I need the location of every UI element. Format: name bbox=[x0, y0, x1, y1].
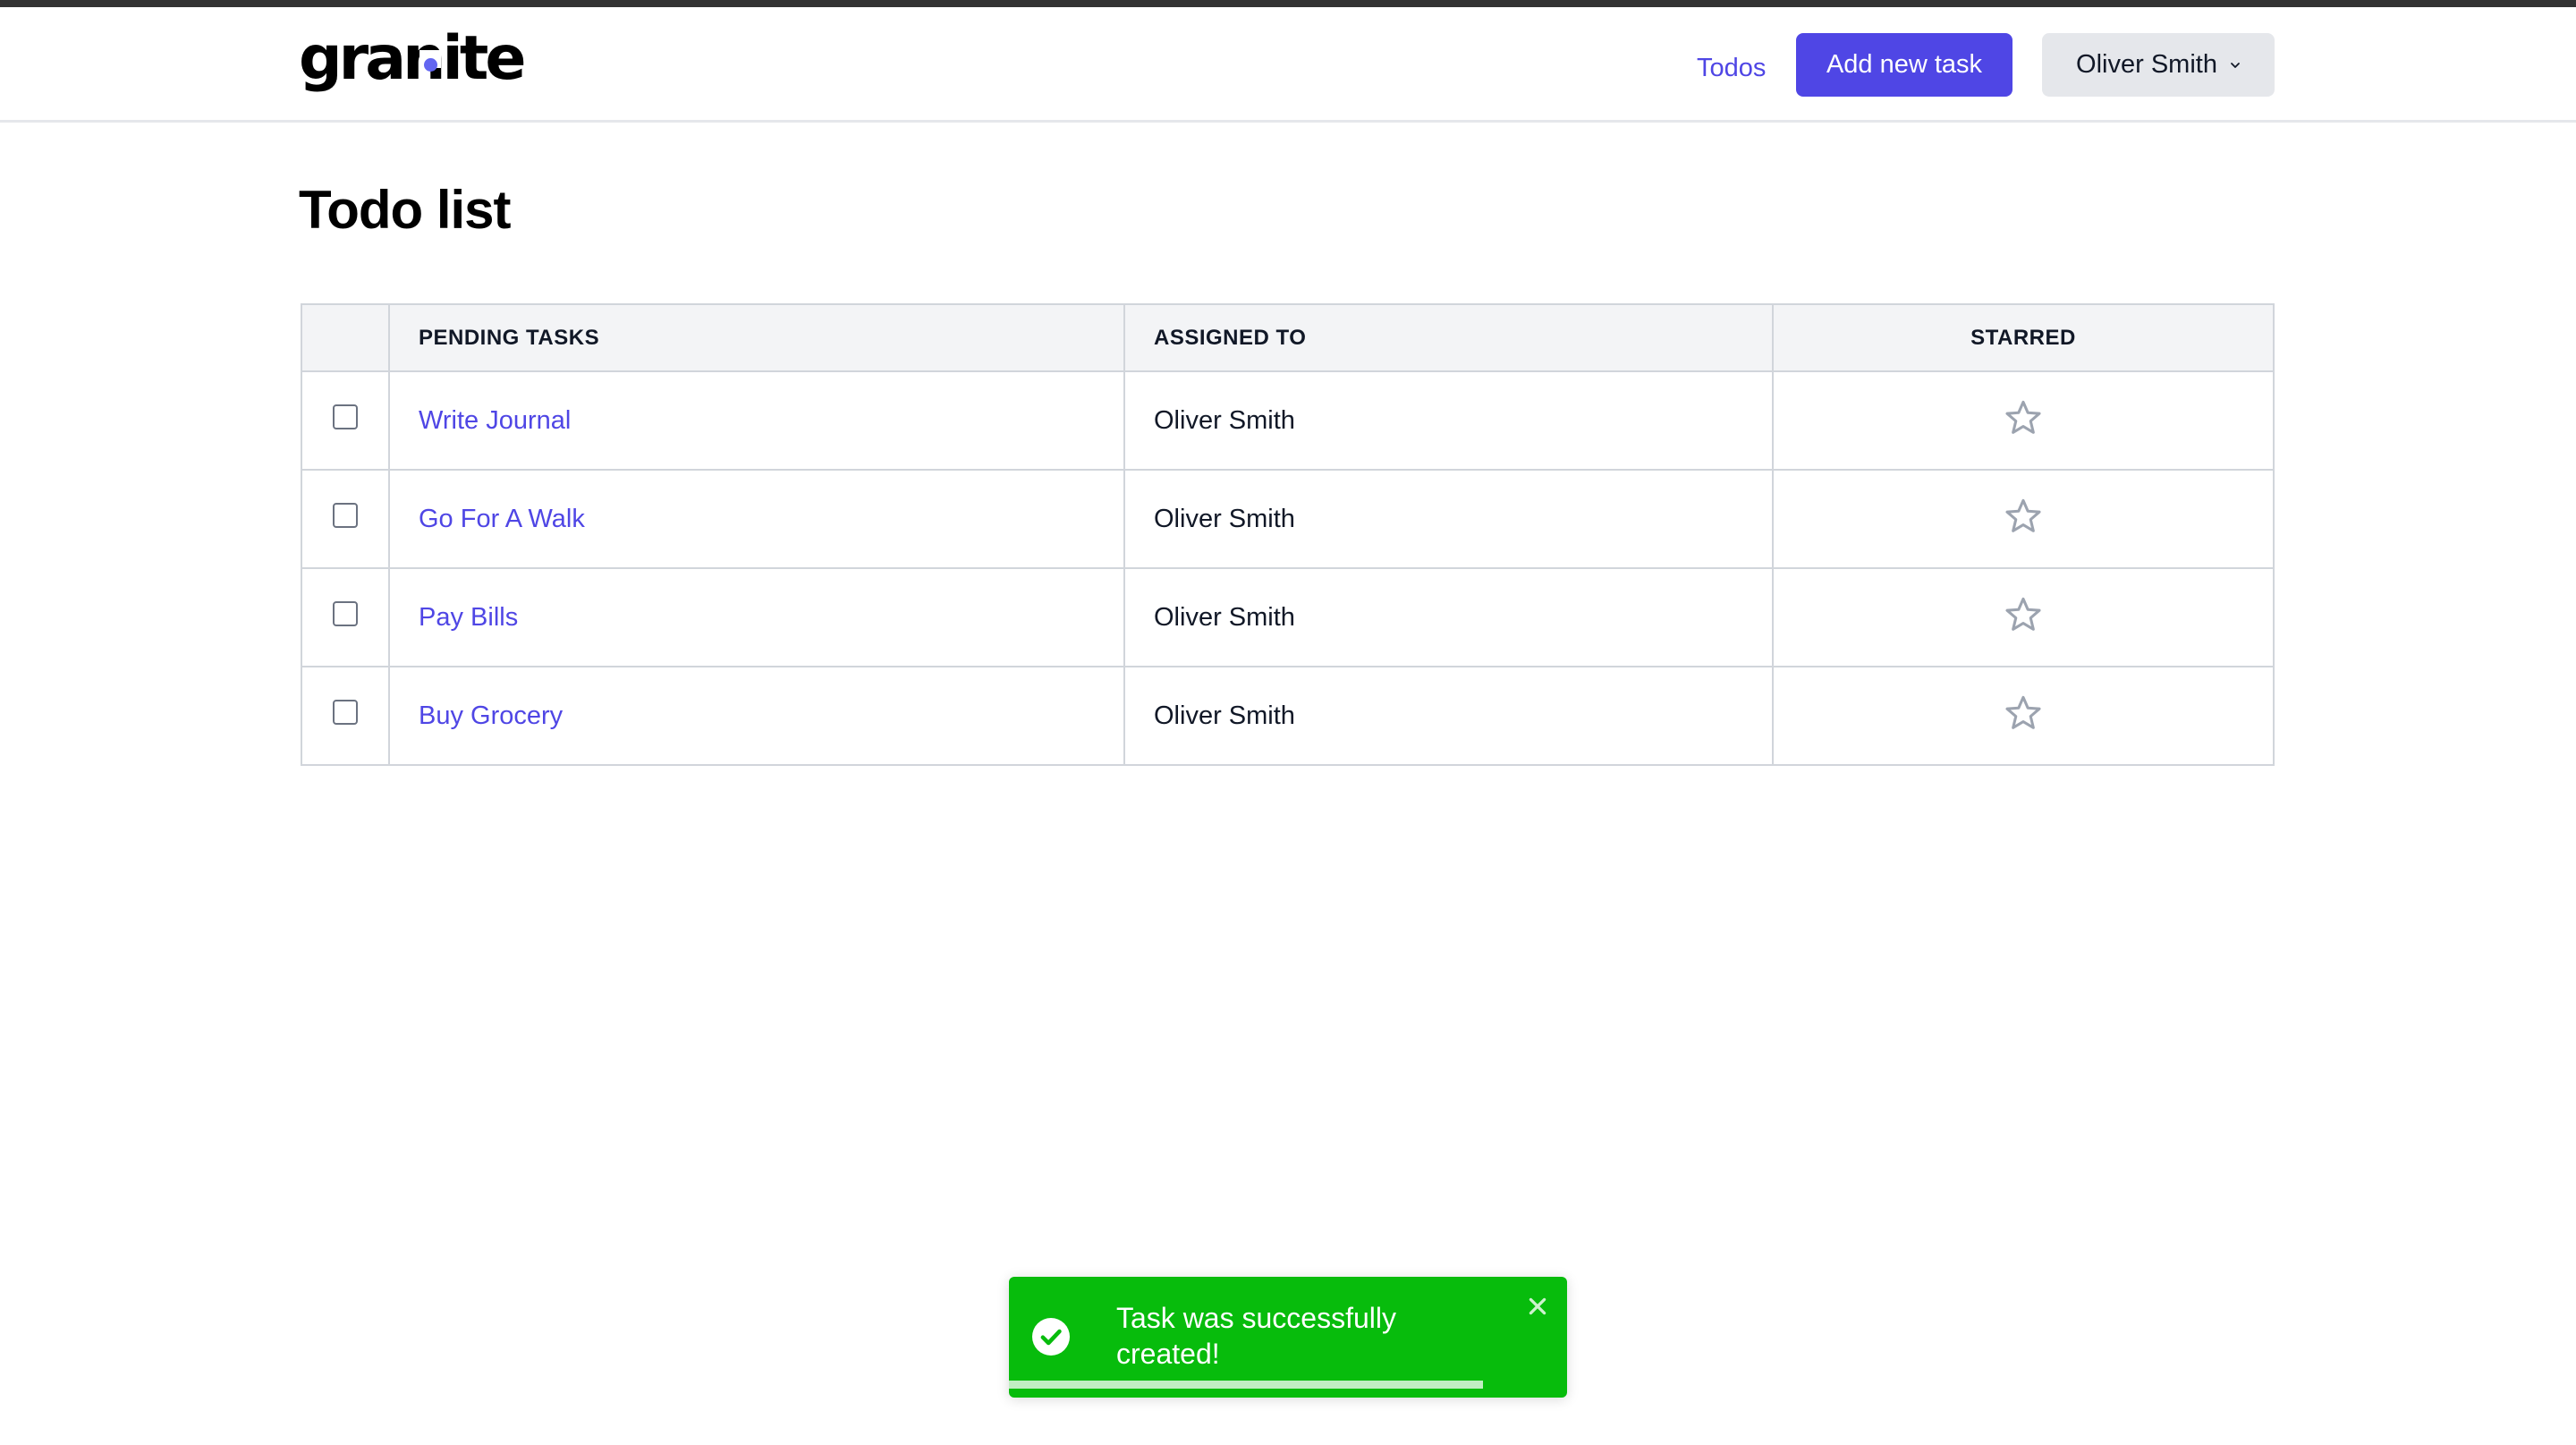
add-new-task-button[interactable]: Add new task bbox=[1796, 33, 2012, 97]
select-cell bbox=[301, 469, 390, 569]
column-header-select bbox=[301, 303, 390, 372]
assigned-to-cell: Oliver Smith bbox=[1123, 370, 1774, 471]
star-icon[interactable] bbox=[2003, 693, 2044, 734]
task-title-link[interactable]: Pay Bills bbox=[419, 603, 518, 632]
task-title-cell: Buy Grocery bbox=[388, 666, 1125, 766]
select-cell bbox=[301, 370, 390, 471]
table-row: Write Journal Oliver Smith bbox=[301, 370, 2275, 471]
check-circle-icon bbox=[1032, 1318, 1070, 1356]
close-icon[interactable] bbox=[1526, 1295, 1549, 1318]
table-row: Buy Grocery Oliver Smith bbox=[301, 666, 2275, 766]
task-title-link[interactable]: Buy Grocery bbox=[419, 701, 563, 730]
user-menu-label: Oliver Smith bbox=[2076, 50, 2217, 79]
assigned-to-cell: Oliver Smith bbox=[1123, 567, 1774, 667]
task-checkbox[interactable] bbox=[333, 404, 358, 429]
page-title: Todo list bbox=[299, 180, 512, 240]
starred-cell bbox=[1772, 567, 2275, 667]
star-icon[interactable] bbox=[2003, 594, 2044, 635]
assigned-to-cell: Oliver Smith bbox=[1123, 666, 1774, 766]
select-cell bbox=[301, 666, 390, 766]
task-checkbox[interactable] bbox=[333, 502, 358, 528]
toast-progress-bar bbox=[1009, 1381, 1484, 1389]
table-row: Pay Bills Oliver Smith bbox=[301, 567, 2275, 667]
task-title-cell: Go For A Walk bbox=[388, 469, 1125, 569]
success-toast: Task was successfully created! bbox=[1009, 1277, 1567, 1398]
assigned-to-cell: Oliver Smith bbox=[1123, 469, 1774, 569]
starred-cell bbox=[1772, 469, 2275, 569]
logo-text: granite bbox=[299, 23, 526, 94]
task-checkbox[interactable] bbox=[333, 600, 358, 626]
browser-top-bar bbox=[0, 0, 2576, 7]
logo-dot-icon bbox=[424, 58, 437, 72]
app-header: granite Todos Add new task Oliver Smith bbox=[0, 7, 2576, 123]
star-icon[interactable] bbox=[2003, 496, 2044, 537]
task-checkbox[interactable] bbox=[333, 699, 358, 725]
table-header-row: PENDING TASKS ASSIGNED TO STARRED bbox=[301, 303, 2275, 372]
star-icon[interactable] bbox=[2003, 397, 2044, 438]
task-title-cell: Pay Bills bbox=[388, 567, 1125, 667]
table-row: Go For A Walk Oliver Smith bbox=[301, 469, 2275, 569]
column-header-assigned-to: ASSIGNED TO bbox=[1123, 303, 1774, 372]
toast-message: Task was successfully created! bbox=[1116, 1302, 1396, 1370]
task-title-link[interactable]: Write Journal bbox=[419, 406, 571, 435]
chevron-down-icon bbox=[2231, 62, 2240, 68]
column-header-pending-tasks: PENDING TASKS bbox=[388, 303, 1125, 372]
task-title-link[interactable]: Go For A Walk bbox=[419, 505, 585, 533]
logo[interactable]: granite bbox=[299, 29, 526, 89]
starred-cell bbox=[1772, 370, 2275, 471]
todo-table: PENDING TASKS ASSIGNED TO STARRED Write … bbox=[301, 303, 2275, 766]
select-cell bbox=[301, 567, 390, 667]
nav-todos-link[interactable]: Todos bbox=[1697, 54, 1766, 83]
starred-cell bbox=[1772, 666, 2275, 766]
user-menu-button[interactable]: Oliver Smith bbox=[2042, 33, 2275, 97]
column-header-starred: STARRED bbox=[1772, 303, 2275, 372]
task-title-cell: Write Journal bbox=[388, 370, 1125, 471]
